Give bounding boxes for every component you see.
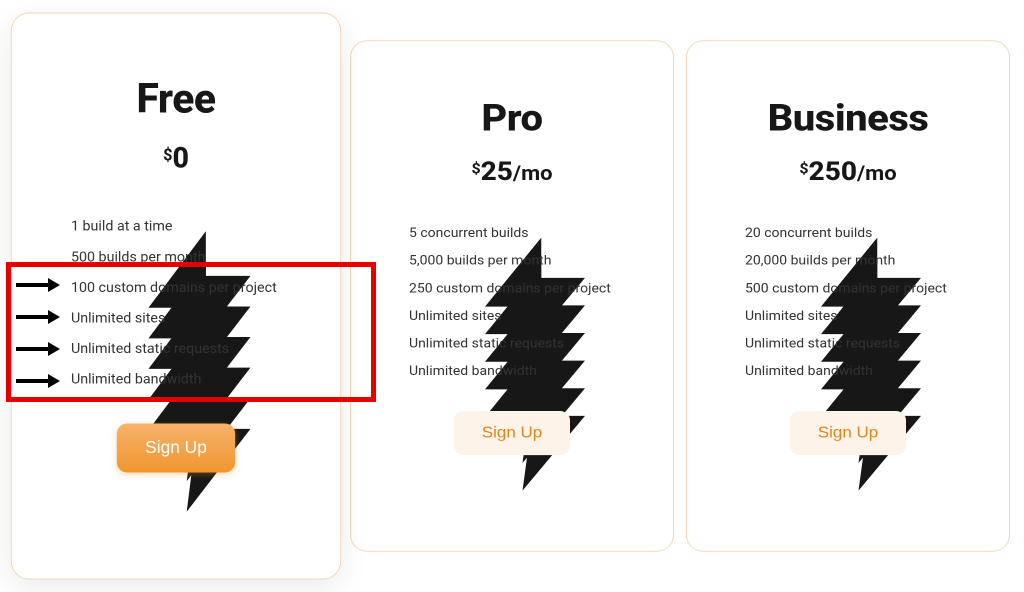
price-amount: 25 xyxy=(481,156,513,186)
signup-button-free[interactable]: Sign Up xyxy=(117,424,236,473)
feature-text: 20,000 builds per month xyxy=(745,254,895,269)
feature-item: 20 concurrent builds xyxy=(721,220,975,248)
feature-text: Unlimited static requests xyxy=(71,341,229,357)
feature-text: 1 build at a time xyxy=(71,218,173,234)
bolt-icon xyxy=(46,218,58,234)
bolt-icon xyxy=(385,281,397,296)
plan-name: Pro xyxy=(385,96,639,139)
plan-price: $25/mo xyxy=(385,156,639,186)
bolt-icon xyxy=(721,364,733,379)
currency-symbol: $ xyxy=(799,160,808,177)
bolt-icon xyxy=(721,254,733,269)
bolt-icon xyxy=(721,226,733,241)
feature-text: 5 concurrent builds xyxy=(409,226,529,241)
feature-text: 500 custom domains per project xyxy=(745,281,947,296)
feature-text: 20 concurrent builds xyxy=(745,226,872,241)
feature-text: 5,000 builds per month xyxy=(409,254,551,269)
bolt-icon xyxy=(46,310,58,326)
bolt-icon xyxy=(385,309,397,324)
feature-text: Unlimited bandwidth xyxy=(71,371,201,387)
plan-name: Free xyxy=(46,75,305,123)
currency-symbol: $ xyxy=(471,160,480,177)
feature-text: Unlimited sites xyxy=(71,310,165,326)
plan-price: $0 xyxy=(46,141,305,175)
bolt-icon xyxy=(385,336,397,351)
feature-item: 5 concurrent builds xyxy=(385,220,639,248)
bolt-icon xyxy=(46,341,58,357)
plan-price: $250/mo xyxy=(721,156,975,186)
feature-text: 500 builds per month xyxy=(71,249,205,265)
plan-name: Business xyxy=(721,96,975,139)
signup-button-pro[interactable]: Sign Up xyxy=(454,411,570,455)
feature-list: 20 concurrent builds 20,000 builds per m… xyxy=(721,220,975,386)
pricing-grid: Free $0 1 build at a time 500 builds per… xyxy=(14,18,1010,574)
pricing-card-business: Business $250/mo 20 concurrent builds 20… xyxy=(686,40,1010,552)
feature-text: 250 custom domains per project xyxy=(409,281,611,296)
feature-text: Unlimited sites xyxy=(409,309,502,324)
feature-text: Unlimited bandwidth xyxy=(745,364,873,379)
bolt-icon xyxy=(721,309,733,324)
feature-text: Unlimited bandwidth xyxy=(409,364,537,379)
feature-text: 100 custom domains per project xyxy=(71,280,277,296)
bolt-icon xyxy=(721,281,733,296)
bolt-icon xyxy=(385,254,397,269)
feature-item: 1 build at a time xyxy=(46,211,305,242)
feature-list: 1 build at a time 500 builds per month 1… xyxy=(46,211,305,395)
price-amount: 0 xyxy=(172,141,188,175)
bolt-icon xyxy=(385,364,397,379)
feature-text: Unlimited static requests xyxy=(745,336,900,351)
price-period: /mo xyxy=(513,163,553,186)
bolt-icon xyxy=(46,371,58,387)
feature-list: 5 concurrent builds 5,000 builds per mon… xyxy=(385,220,639,386)
bolt-icon xyxy=(385,226,397,241)
feature-text: Unlimited static requests xyxy=(409,336,564,351)
pricing-card-free: Free $0 1 build at a time 500 builds per… xyxy=(11,12,341,579)
currency-symbol: $ xyxy=(163,145,172,164)
bolt-icon xyxy=(46,249,58,265)
price-period: /mo xyxy=(857,163,897,186)
signup-button-business[interactable]: Sign Up xyxy=(790,411,906,455)
bolt-icon xyxy=(721,336,733,351)
pricing-card-pro: Pro $25/mo 5 concurrent builds 5,000 bui… xyxy=(350,40,674,552)
feature-text: Unlimited sites xyxy=(745,309,838,324)
price-amount: 250 xyxy=(809,156,857,186)
bolt-icon xyxy=(46,280,58,296)
